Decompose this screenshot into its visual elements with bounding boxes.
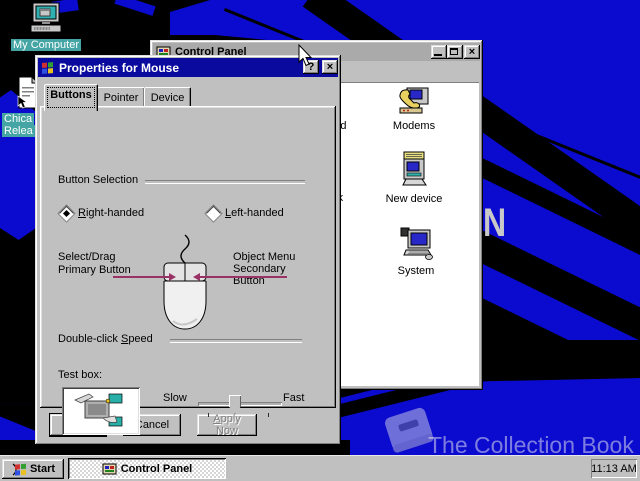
secondary-pointer-arrow: [193, 273, 200, 281]
start-label: Start: [29, 463, 56, 475]
primary-pointer-arrow: [169, 273, 176, 281]
desktop-icon-my-computer[interactable]: My Computer: [6, 2, 86, 51]
dialog-title: Properties for Mouse: [59, 60, 180, 75]
close-icon: ×: [326, 61, 334, 73]
cp-icon-new-device[interactable]: New device: [382, 150, 446, 205]
cp-icon-label: New device: [385, 193, 443, 205]
mouse-properties-dialog: Properties for Mouse ? × Buttons Pointer…: [35, 55, 341, 445]
slider-right-label: Fast: [283, 392, 305, 404]
separator: [170, 339, 302, 343]
taskbar-clock[interactable]: 11:13 AM: [591, 459, 637, 478]
secondary-pointer-line: [200, 276, 287, 278]
cp-icon-label: System: [397, 265, 435, 277]
test-box[interactable]: [62, 387, 140, 435]
radio-left-handed[interactable]: [205, 205, 222, 222]
slider-thumb[interactable]: [229, 395, 241, 414]
task-button-control-panel[interactable]: Control Panel: [68, 458, 226, 479]
task-label: Control Panel: [120, 462, 193, 475]
close-button[interactable]: ×: [322, 60, 338, 74]
secondary-button-caption: Secondary: [233, 263, 286, 275]
primary-button-caption: Primary Button: [58, 264, 131, 276]
slider-left-label: Slow: [163, 392, 187, 404]
tab-label: Pointer: [103, 92, 139, 104]
primary-pointer-line: [113, 276, 169, 278]
tab-label: Buttons: [50, 89, 92, 101]
slider-tick: [208, 413, 209, 417]
control-panel-icon: [102, 463, 117, 474]
tab-label: Device: [150, 92, 185, 104]
windows-flag-icon: [42, 61, 53, 74]
new-device-icon: [402, 151, 427, 186]
buttons-tab-page: Button Selection Right-handed Left-hande…: [40, 106, 336, 435]
cp-icon-system[interactable]: System: [384, 226, 448, 277]
group-label-button-selection: Button Selection: [58, 174, 139, 186]
screen: { "colors": { "wallpaper_blue": "#0b0bd0…: [0, 0, 640, 481]
chicago-label-line1: Chica: [2, 113, 35, 125]
test-box-label: Test box:: [58, 369, 103, 381]
cancel-label: Cancel: [134, 419, 170, 431]
secondary-button-caption: Object Menu: [233, 251, 296, 263]
chicago-label-line2: Relea: [2, 125, 35, 137]
cp-icon-label: Modems: [392, 120, 436, 132]
tab-buttons[interactable]: Buttons: [44, 84, 98, 111]
dialog-titlebar[interactable]: Properties for Mouse: [38, 58, 338, 77]
mouse-cursor: [298, 44, 313, 67]
wallpaper-shape: [114, 0, 156, 16]
my-computer-icon: [30, 2, 62, 33]
apply-now-button[interactable]: Apply Now: [197, 413, 257, 437]
mouse-graphic: [163, 234, 207, 330]
primary-button-caption: Select/Drag: [58, 251, 116, 263]
close-icon: ×: [468, 46, 476, 58]
separator: [145, 180, 305, 184]
apply-now-label: Apply Now: [213, 413, 241, 437]
test-box-graphic: [74, 393, 123, 427]
maximize-button[interactable]: [447, 45, 463, 59]
system-icon: [400, 227, 433, 260]
clock-text: 11:13 AM: [591, 462, 637, 475]
minimize-button[interactable]: [431, 45, 447, 59]
maximize-icon: [450, 48, 458, 55]
radio-selected-dot: [62, 209, 71, 218]
radio-right-handed-label: Right-handed: [78, 207, 145, 219]
modems-icon: [399, 87, 429, 114]
radio-right-handed[interactable]: [58, 205, 75, 222]
taskbar: Start Control Panel 11:13 AM: [0, 455, 640, 481]
slider-tick: [268, 413, 269, 417]
group-label-doubleclick-speed: Double-click Speed: [58, 333, 153, 345]
minimize-icon: [434, 54, 442, 56]
start-flag-icon: [12, 463, 26, 476]
close-button[interactable]: ×: [464, 45, 480, 59]
my-computer-label: My Computer: [10, 39, 82, 51]
wallpaper-letter: N: [483, 199, 507, 245]
cp-icon-modems[interactable]: Modems: [382, 85, 446, 132]
start-button[interactable]: Start: [2, 459, 64, 479]
radio-left-handed-label: Left-handed: [225, 207, 284, 219]
